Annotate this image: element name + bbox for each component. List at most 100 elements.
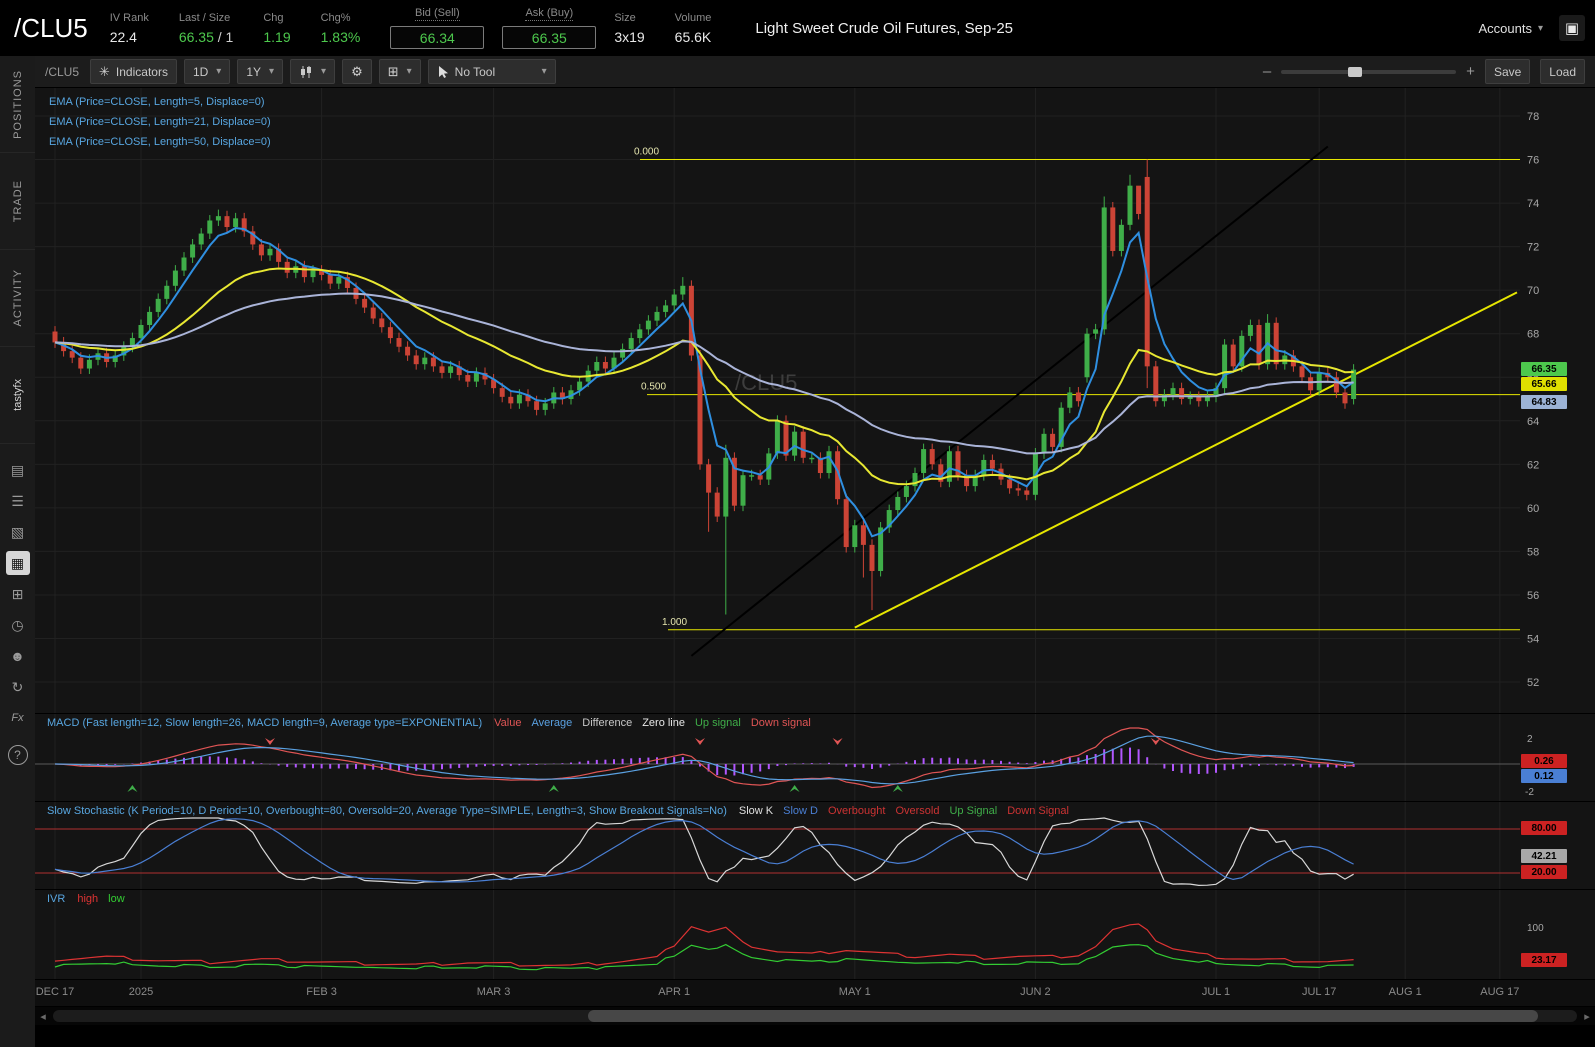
- fx-icon[interactable]: Fx: [6, 706, 30, 730]
- chevron-down-icon: ▾: [406, 66, 412, 77]
- legend-item: Up Signal: [949, 805, 998, 817]
- symbol-title: /CLU5: [14, 12, 88, 43]
- orders-page-icon[interactable]: ▤: [6, 458, 30, 482]
- bid-label: Bid (Sell): [415, 7, 460, 21]
- history-clock-icon[interactable]: ◷: [6, 613, 30, 637]
- svg-text:58: 58: [1527, 546, 1539, 558]
- scrollbar-track[interactable]: [53, 1010, 1577, 1022]
- chart-notes-icon[interactable]: ▧: [6, 520, 30, 544]
- zoom-slider-handle[interactable]: [1347, 66, 1362, 77]
- last-size-label: Last / Size: [178, 11, 231, 24]
- legend-item: Value: [494, 717, 522, 729]
- time-axis-label: MAR 3: [476, 986, 511, 998]
- scrollbar-thumb[interactable]: [588, 1010, 1538, 1022]
- macd-value-axis-box: 0.26: [1521, 754, 1567, 768]
- timeframe-dropdown[interactable]: 1D ▾: [183, 59, 231, 84]
- legend-item: Average: [531, 717, 573, 729]
- legend-item: high: [77, 893, 99, 905]
- save-button[interactable]: Save: [1484, 59, 1531, 84]
- last-size-stat: Last / Size 66.35 / 1: [179, 12, 234, 45]
- active-chart-icon[interactable]: ▦: [5, 551, 30, 575]
- contract-description: Light Sweet Crude Oil Futures, Sep-25: [755, 19, 1014, 37]
- watchlist-icon[interactable]: ☰: [6, 489, 30, 513]
- ivr-chart-canvas[interactable]: 100: [35, 890, 1595, 980]
- load-button[interactable]: Load: [1540, 59, 1585, 84]
- bid-button[interactable]: 66.34: [390, 26, 485, 49]
- overbought-axis-box: 80.00: [1521, 821, 1567, 835]
- chgpct-stat: Chg% 1.83%: [321, 12, 361, 45]
- price-chart-canvas[interactable]: /CLU50.0000.5001.00078767472706866646260…: [35, 88, 1595, 713]
- scroll-left-arrow[interactable]: ◂: [35, 1010, 51, 1023]
- legend-item: Difference: [582, 717, 633, 729]
- indicators-button[interactable]: ✳ Indicators: [90, 59, 177, 84]
- zoom-in-button[interactable]: +: [1466, 63, 1475, 80]
- iv-rank-value: 22.4: [109, 28, 137, 45]
- zoom-slider[interactable]: [1281, 66, 1457, 77]
- svg-text:1.000: 1.000: [662, 617, 687, 628]
- ema50-axis-box: 64.83: [1521, 395, 1567, 409]
- zoom-out-button[interactable]: –: [1263, 63, 1271, 80]
- ivr-axis-box: 23.17: [1521, 953, 1567, 967]
- time-axis-label: MAY 1: [838, 986, 871, 998]
- apps-grid-icon[interactable]: ▣: [1559, 15, 1585, 41]
- chevron-down-icon: ▾: [321, 66, 327, 77]
- drawing-tool-dropdown[interactable]: No Tool ▾: [427, 59, 556, 84]
- legend-item: Down Signal: [1007, 805, 1069, 817]
- chart-toolbar: /CLU5 ✳ Indicators 1D ▾ 1Y ▾ ▾ ⚙ ⊞ ▾ No …: [35, 56, 1595, 88]
- grid-layout-icon[interactable]: ⊞: [6, 582, 30, 606]
- range-dropdown[interactable]: 1Y ▾: [237, 59, 284, 84]
- size-stat: Size 3x19: [614, 12, 644, 45]
- ema50-label: EMA (Price=CLOSE, Length=50, Displace=0): [49, 136, 271, 148]
- ivr-panel: IVR high low 100 23.17: [35, 889, 1595, 980]
- chevron-down-icon: ▾: [269, 66, 275, 77]
- layout-grid-dropdown[interactable]: ⊞ ▾: [378, 59, 421, 84]
- indicators-label: Indicators: [115, 64, 168, 79]
- ask-button[interactable]: 66.35: [502, 26, 597, 49]
- legend-item: Down signal: [750, 717, 811, 729]
- candlestick-icon: [301, 65, 312, 78]
- sidebar-tab-activity[interactable]: ACTIVITY: [0, 250, 35, 347]
- accounts-label: Accounts: [1478, 20, 1532, 36]
- chart-settings-button[interactable]: ⚙: [342, 59, 372, 84]
- legend-item: low: [108, 893, 125, 905]
- accounts-dropdown[interactable]: Accounts ▾: [1478, 21, 1543, 36]
- chg-label: Chg: [263, 11, 284, 24]
- help-icon[interactable]: ?: [7, 745, 28, 765]
- volume-value: 65.6K: [674, 28, 712, 45]
- sidebar-tab-positions[interactable]: POSITIONS: [0, 56, 35, 153]
- bid-stat: Bid (Sell) 66.34: [390, 7, 485, 49]
- svg-text:64: 64: [1527, 416, 1539, 428]
- community-icon[interactable]: ☻: [6, 644, 30, 668]
- drawing-tool-value: No Tool: [454, 64, 496, 79]
- svg-text:74: 74: [1527, 198, 1539, 210]
- last-price-axis-box: 66.35: [1521, 362, 1567, 376]
- size-value: 3x19: [614, 28, 645, 45]
- volume-stat: Volume 65.6K: [675, 12, 712, 45]
- ema21-axis-box: 65.66: [1521, 377, 1567, 391]
- chgpct-label: Chg%: [320, 11, 351, 24]
- replay-icon[interactable]: ↻: [6, 675, 30, 699]
- chart-type-dropdown[interactable]: ▾: [290, 59, 336, 84]
- scroll-right-arrow[interactable]: ▸: [1579, 1010, 1595, 1023]
- ask-stat: Ask (Buy) 66.35: [502, 7, 597, 49]
- chevron-down-icon: ▾: [1537, 22, 1543, 34]
- sidebar-tab-trade[interactable]: TRADE: [0, 153, 35, 250]
- svg-text:78: 78: [1527, 111, 1539, 123]
- size-label: Size: [614, 11, 636, 24]
- sidebar-icon-column: ▤ ☰ ▧ ▦ ⊞ ◷ ☻ ↻ Fx?: [5, 458, 30, 765]
- svg-text:68: 68: [1527, 329, 1539, 341]
- legend-item: Slow D: [783, 805, 818, 817]
- last-price: 66.35: [178, 28, 214, 45]
- ivr-legend: high low: [77, 893, 124, 905]
- legend-item: Overbought: [827, 805, 886, 817]
- macd-title: MACD (Fast length=12, Slow length=26, MA…: [47, 717, 483, 729]
- macd-legend: Value Average Difference Zero line Up signal…: [494, 717, 811, 729]
- sidebar-tab-tastyfx[interactable]: tastyfx: [0, 347, 35, 444]
- horizontal-scrollbar[interactable]: ◂ ▸: [35, 1007, 1595, 1025]
- gear-icon: ⚙: [351, 63, 363, 79]
- chgpct-value: 1.83%: [320, 28, 361, 45]
- svg-text:2: 2: [1527, 734, 1533, 745]
- last-size: / 1: [217, 28, 234, 45]
- svg-text:56: 56: [1527, 590, 1539, 602]
- time-axis-label: JUL 17: [1301, 986, 1337, 998]
